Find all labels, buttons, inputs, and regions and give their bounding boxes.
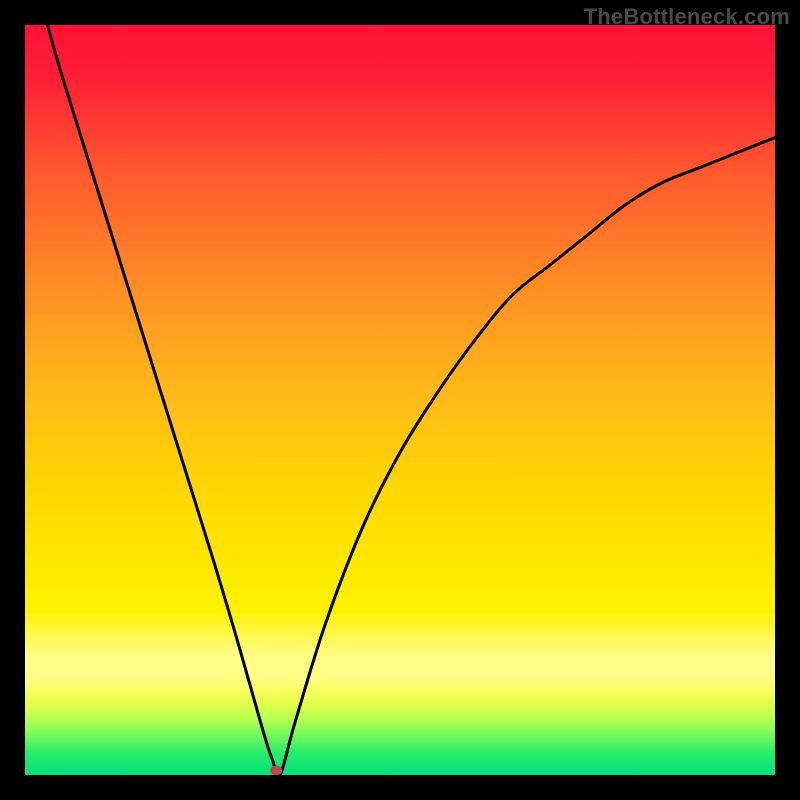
plot-area	[25, 25, 775, 775]
chart-svg	[25, 25, 775, 775]
gradient-background	[25, 25, 775, 775]
watermark-text: TheBottleneck.com	[584, 4, 790, 30]
chart-frame: TheBottleneck.com	[0, 0, 800, 800]
